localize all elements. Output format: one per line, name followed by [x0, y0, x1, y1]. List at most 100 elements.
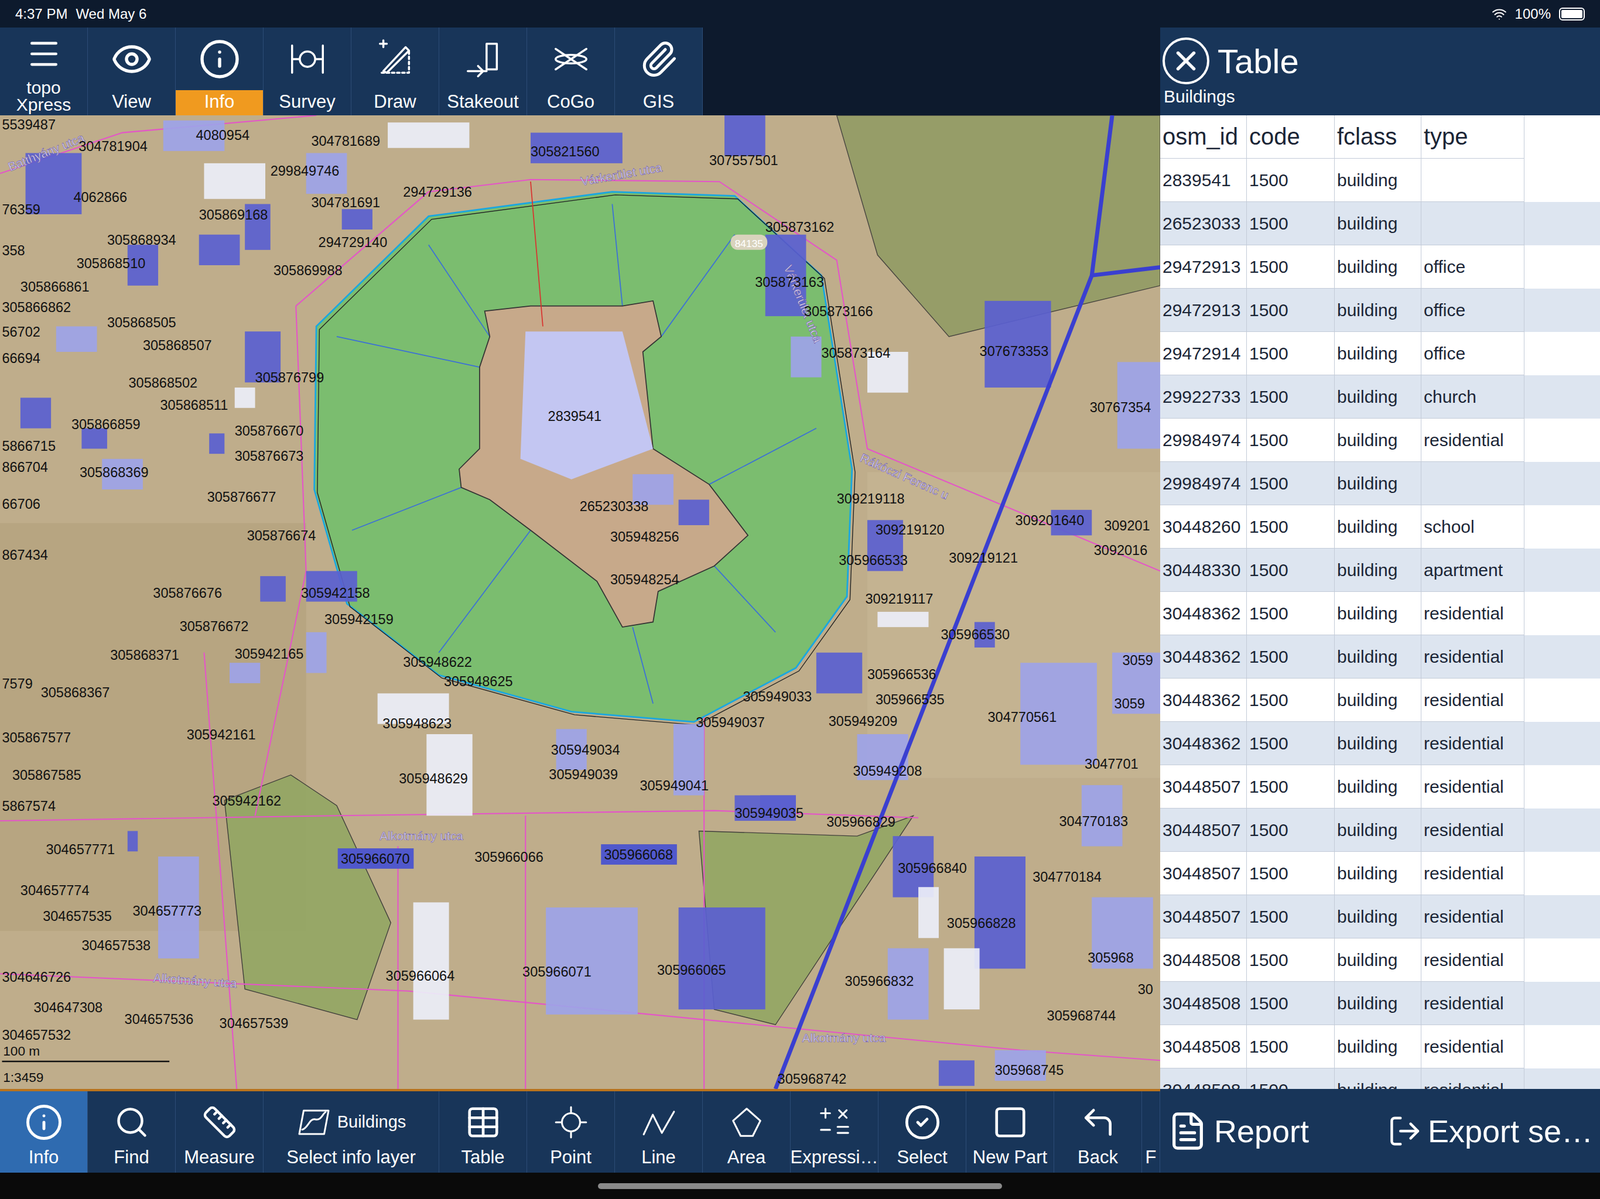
building-label[interactable]: 305966535: [875, 692, 945, 709]
bottom-toolbar-button[interactable]: Select: [878, 1091, 967, 1174]
building-label[interactable]: 56702: [1, 324, 40, 340]
top-toolbar-button[interactable]: Info: [175, 27, 264, 116]
building-label[interactable]: 305966065: [657, 962, 727, 979]
building-label[interactable]: 305942161: [186, 727, 256, 743]
building-label[interactable]: 305966066: [474, 849, 544, 866]
table-row[interactable]: 28395411500building: [1160, 158, 1600, 203]
building[interactable]: [944, 948, 980, 1010]
building-label[interactable]: 3047701: [1084, 756, 1139, 772]
building-label[interactable]: 305966071: [522, 964, 592, 980]
building-label[interactable]: 305868934: [107, 232, 177, 248]
building[interactable]: [974, 856, 1026, 970]
building-label[interactable]: 294729136: [402, 184, 473, 200]
building-label[interactable]: 76359: [1, 202, 40, 218]
building-label[interactable]: 305868511: [160, 397, 229, 413]
building-label[interactable]: 305968742: [777, 1071, 847, 1087]
building-label[interactable]: 305949039: [548, 767, 618, 783]
building-label[interactable]: 305876674: [247, 528, 317, 544]
building-label[interactable]: 304657539: [219, 1016, 289, 1032]
building[interactable]: [387, 122, 470, 149]
table-header-cell[interactable]: code: [1246, 115, 1335, 159]
building-label[interactable]: 305966829: [826, 814, 896, 830]
table-row[interactable]: 265230331500building: [1160, 202, 1600, 246]
building-label[interactable]: 305873163: [754, 274, 825, 290]
map-canvas[interactable]: 84135Batthyány utcaVárkerület utcaVárker…: [0, 115, 1161, 1090]
building[interactable]: [918, 887, 939, 939]
bottom-toolbar-button[interactable]: Back: [1054, 1091, 1143, 1174]
building-label[interactable]: 304657771: [45, 842, 115, 858]
building-label[interactable]: 305876677: [207, 489, 277, 505]
building-label[interactable]: 305876799: [255, 370, 325, 386]
building[interactable]: [413, 902, 450, 1020]
building-label[interactable]: 305966068: [600, 844, 678, 866]
table-header-cell[interactable]: fclass: [1334, 115, 1422, 159]
building-label[interactable]: 304781904: [78, 138, 148, 155]
building[interactable]: [342, 209, 373, 230]
building-label[interactable]: 5866715: [1, 438, 56, 454]
building-label[interactable]: 307557501: [709, 152, 779, 169]
table-row[interactable]: 304483621500buildingresidential: [1160, 722, 1600, 766]
bottom-toolbar-button[interactable]: Point: [527, 1091, 615, 1174]
table-row[interactable]: 304483301500buildingapartment: [1160, 548, 1600, 593]
bottom-toolbar-button[interactable]: Expressi…: [790, 1091, 879, 1174]
building-label[interactable]: 305868367: [40, 685, 111, 701]
building[interactable]: [199, 234, 241, 266]
building-label[interactable]: 305949209: [828, 713, 898, 730]
building-label[interactable]: 309201640: [1015, 513, 1085, 529]
building[interactable]: [530, 132, 623, 164]
building[interactable]: [678, 499, 710, 526]
building[interactable]: [127, 831, 138, 852]
bottom-toolbar-button[interactable]: Area: [702, 1091, 791, 1174]
table-row[interactable]: 294729141500buildingoffice: [1160, 332, 1600, 376]
table-row[interactable]: 304485071500buildingresidential: [1160, 895, 1600, 939]
building-label[interactable]: 304657536: [124, 1012, 194, 1028]
building-label[interactable]: 358: [1, 243, 25, 259]
building-label[interactable]: 305966840: [897, 860, 967, 877]
building-label[interactable]: 305866861: [20, 279, 90, 295]
building-label[interactable]: 305948623: [382, 716, 452, 732]
table-row[interactable]: 294729131500buildingoffice: [1160, 245, 1600, 289]
table-row[interactable]: 304485071500buildingresidential: [1160, 765, 1600, 809]
building-label[interactable]: 304770183: [1059, 814, 1129, 830]
bottom-toolbar-button[interactable]: Line: [614, 1091, 703, 1174]
close-button[interactable]: [1162, 37, 1210, 85]
bottom-toolbar-button[interactable]: Table: [439, 1091, 528, 1174]
table-row[interactable]: 299849741500building: [1160, 462, 1600, 506]
building-label[interactable]: 66694: [1, 350, 40, 367]
building-label[interactable]: 304657538: [81, 938, 151, 954]
building[interactable]: [229, 662, 261, 684]
building-label[interactable]: 305868505: [107, 315, 177, 331]
building-label[interactable]: 304781689: [310, 133, 381, 149]
building[interactable]: [877, 612, 929, 628]
building-label[interactable]: 305949208: [853, 763, 923, 779]
top-toolbar-button[interactable]: topo Xpress: [0, 27, 88, 116]
building-label[interactable]: 305869988: [273, 262, 343, 279]
table-row[interactable]: 304485071500buildingresidential: [1160, 808, 1600, 853]
building-label[interactable]: 866704: [1, 459, 48, 475]
building-label[interactable]: 299849746: [270, 163, 340, 179]
building-label[interactable]: 305942165: [234, 646, 304, 662]
building-label[interactable]: 305966070: [337, 848, 415, 870]
building-label[interactable]: 305942159: [324, 612, 394, 628]
building[interactable]: [260, 576, 286, 603]
building-label[interactable]: 5867574: [1, 798, 56, 815]
building-label[interactable]: 305948629: [398, 771, 468, 787]
building[interactable]: [724, 115, 766, 157]
building-label[interactable]: 305968744: [1047, 1008, 1117, 1024]
building-label[interactable]: 304657773: [132, 903, 202, 919]
table-row[interactable]: 304485071500buildingresidential: [1160, 852, 1600, 896]
building-label[interactable]: 304781691: [310, 195, 381, 211]
building[interactable]: [545, 907, 638, 1015]
building-label[interactable]: 304646726: [1, 969, 71, 986]
panel-action-button[interactable]: Report: [1160, 1110, 1381, 1152]
building-label[interactable]: 305876673: [234, 448, 304, 464]
building-label[interactable]: 305867577: [1, 730, 71, 746]
building-label[interactable]: 305966533: [838, 552, 908, 569]
building[interactable]: [20, 397, 51, 429]
home-indicator[interactable]: [597, 1183, 1003, 1190]
building[interactable]: [56, 326, 98, 352]
table-row[interactable]: 304483621500buildingresidential: [1160, 635, 1600, 679]
top-toolbar-button[interactable]: View: [87, 27, 176, 116]
building-label[interactable]: 294729140: [318, 234, 388, 251]
building-label[interactable]: 305968745: [995, 1062, 1065, 1079]
